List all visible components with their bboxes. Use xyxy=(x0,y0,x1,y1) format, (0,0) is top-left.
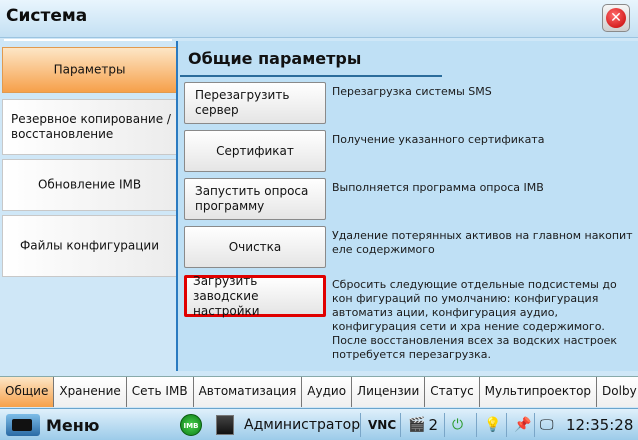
taskbar-separator xyxy=(476,413,477,437)
tab-imb-update-label: Обновление IMB xyxy=(37,177,142,192)
user-name: Администратор xyxy=(244,417,361,433)
cleanup-description: Удаление потерянных активов на главном н… xyxy=(332,229,633,256)
taskbar-separator xyxy=(534,413,535,437)
reboot-server-button[interactable]: Перезагрузить сервер xyxy=(184,82,326,124)
tab-backup-restore-label: Резервное копирование / восстановление xyxy=(11,112,171,141)
run-poll-description: Выполняется программа опроса IMB xyxy=(332,181,544,194)
reboot-server-description: Перезагрузка системы SMS xyxy=(332,85,492,98)
certificate-button[interactable]: Сертификат xyxy=(184,130,326,172)
menu-icon xyxy=(6,414,40,436)
device-status[interactable] xyxy=(216,414,234,436)
window-title: Система xyxy=(6,6,88,26)
taskbar-separator xyxy=(444,413,445,437)
taskbar-separator xyxy=(360,413,361,437)
tab-audio[interactable]: Аудио xyxy=(302,377,353,407)
vnc-indicator[interactable]: VNC xyxy=(368,414,396,436)
run-poll-button[interactable]: Запустить опроса программу xyxy=(184,178,326,220)
tab-general[interactable]: Общие xyxy=(0,377,55,407)
close-icon: ✕ xyxy=(606,8,626,28)
clapper-indicator[interactable]: 🎬 2 xyxy=(408,414,438,436)
tab-backup-restore[interactable]: Резервное копирование / восстановление xyxy=(2,99,176,155)
menu-button[interactable]: Меню xyxy=(6,414,99,436)
tab-imb-update[interactable]: Обновление IMB xyxy=(2,159,176,211)
left-tab-pane: Параметры Резервное копирование / восста… xyxy=(0,41,176,371)
page-title: Общие параметры xyxy=(188,49,362,68)
device-icon xyxy=(216,415,234,435)
power-button[interactable]: ⏻ xyxy=(452,414,463,436)
menu-label: Меню xyxy=(46,415,100,435)
monitor-indicator[interactable]: 🖵 xyxy=(540,414,554,436)
user-indicator[interactable]: Администратор xyxy=(244,414,360,436)
tab-automation[interactable]: Автоматизация xyxy=(193,377,303,407)
factory-reset-description: Сбросить следующие отдельные подсистемы … xyxy=(332,278,618,361)
imb-icon: IMB xyxy=(180,414,202,436)
clapper-icon: 🎬 xyxy=(408,417,426,433)
power-icon: ⏻ xyxy=(452,417,464,433)
pin-indicator[interactable]: 📌 xyxy=(514,414,531,436)
imb-status[interactable]: IMB xyxy=(180,414,202,436)
tab-storage[interactable]: Хранение xyxy=(54,377,127,407)
tab-config-files[interactable]: Файлы конфигурации xyxy=(2,215,176,277)
clapper-count: 2 xyxy=(428,416,438,434)
heading-divider xyxy=(180,75,442,77)
vnc-label: VNC xyxy=(368,418,397,432)
clock-time: 12:35:28 xyxy=(566,416,634,434)
taskbar-separator xyxy=(400,413,401,437)
bottom-tab-strip: Общие Хранение Сеть IMB Автоматизация Ау… xyxy=(0,376,638,407)
tab-status[interactable]: Статус xyxy=(425,377,480,407)
bulb-icon: 💡 xyxy=(484,417,502,433)
taskbar-separator xyxy=(506,413,507,437)
title-bar: Система ✕ xyxy=(0,0,638,38)
tab-parameters-label: Параметры xyxy=(53,62,126,77)
pin-icon: 📌 xyxy=(514,417,532,433)
general-settings-panel: Общие параметры Перезагрузить сервер Пер… xyxy=(176,41,638,371)
monitor-icon: 🖵 xyxy=(540,417,554,433)
close-button[interactable]: ✕ xyxy=(602,4,630,32)
tab-imb-network[interactable]: Сеть IMB xyxy=(126,377,194,407)
cleanup-button[interactable]: Очистка xyxy=(184,226,326,268)
tab-licenses[interactable]: Лицензии xyxy=(352,377,426,407)
bulb-indicator[interactable]: 💡 xyxy=(484,414,501,436)
clock: 12:35:28 xyxy=(566,414,633,436)
certificate-description: Получение указанного сертификата xyxy=(332,133,545,146)
tab-dolby-atmos[interactable]: Dolby At xyxy=(597,377,638,407)
tab-multiprojector[interactable]: Мультипроектор xyxy=(479,377,598,407)
tab-parameters[interactable]: Параметры xyxy=(2,47,176,93)
factory-reset-button[interactable]: Загрузить заводские настройки xyxy=(184,274,326,318)
tab-config-files-label: Файлы конфигурации xyxy=(19,238,160,253)
taskbar: Меню IMB Администратор VNC 🎬 2 ⏻ 💡 📌 🖵 1… xyxy=(0,408,638,440)
